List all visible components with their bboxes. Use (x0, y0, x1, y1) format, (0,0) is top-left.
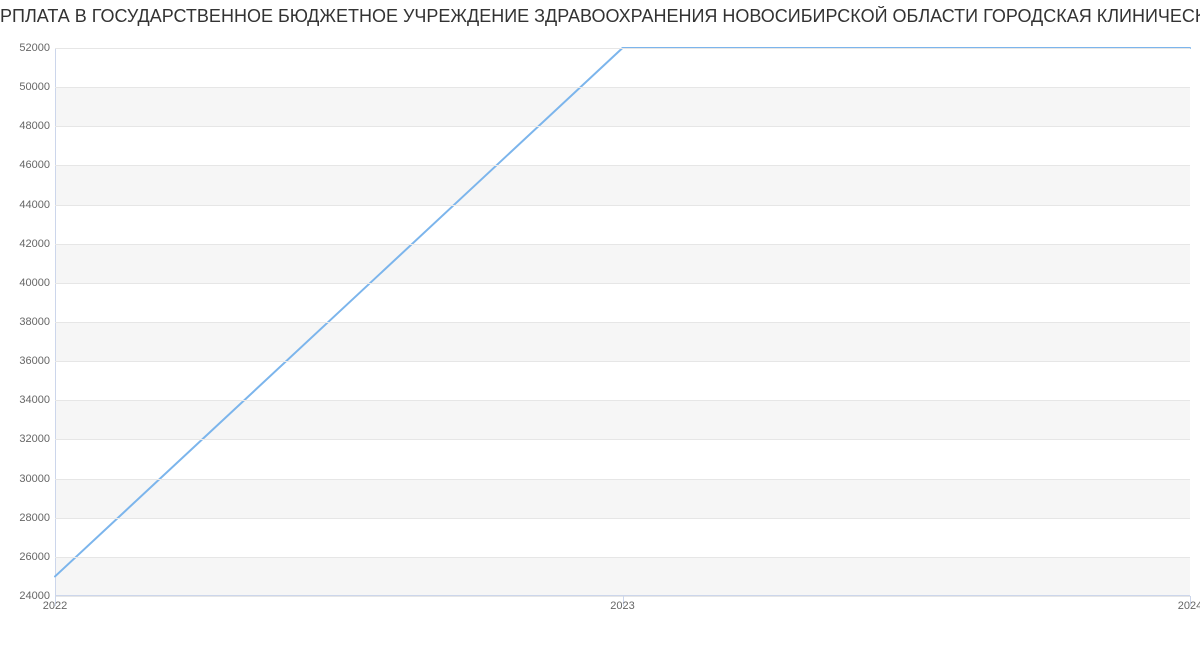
y-tick-label: 52000 (5, 42, 50, 54)
x-tick-label: 2022 (43, 600, 67, 612)
y-grid-line (55, 400, 1190, 401)
y-grid-line (55, 322, 1190, 323)
y-grid-line (55, 48, 1190, 49)
y-grid-line (55, 205, 1190, 206)
y-tick-label: 46000 (5, 159, 50, 171)
y-tick-label: 42000 (5, 238, 50, 250)
y-grid-line (55, 126, 1190, 127)
chart-title: РПЛАТА В ГОСУДАРСТВЕННОЕ БЮДЖЕТНОЕ УЧРЕЖ… (0, 6, 1200, 27)
y-grid-line (55, 87, 1190, 88)
x-tick-label: 2023 (610, 600, 634, 612)
y-tick-label: 44000 (5, 199, 50, 211)
y-grid-line (55, 244, 1190, 245)
y-grid-line (55, 557, 1190, 558)
chart-container: РПЛАТА В ГОСУДАРСТВЕННОЕ БЮДЖЕТНОЕ УЧРЕЖ… (0, 0, 1200, 650)
y-tick-label: 34000 (5, 394, 50, 406)
y-tick-label: 38000 (5, 316, 50, 328)
y-grid-line (55, 361, 1190, 362)
y-tick-label: 28000 (5, 512, 50, 524)
y-tick-label: 36000 (5, 355, 50, 367)
y-tick-label: 40000 (5, 277, 50, 289)
plot-area (55, 48, 1190, 596)
y-tick-label: 32000 (5, 433, 50, 445)
y-tick-label: 48000 (5, 120, 50, 132)
y-grid-line (55, 283, 1190, 284)
x-tick-label: 2024 (1178, 600, 1200, 612)
y-tick-label: 26000 (5, 551, 50, 563)
y-grid-line (55, 165, 1190, 166)
y-grid-line (55, 518, 1190, 519)
y-tick-label: 50000 (5, 81, 50, 93)
y-tick-label: 30000 (5, 473, 50, 485)
y-grid-line (55, 439, 1190, 440)
y-grid-line (55, 479, 1190, 480)
